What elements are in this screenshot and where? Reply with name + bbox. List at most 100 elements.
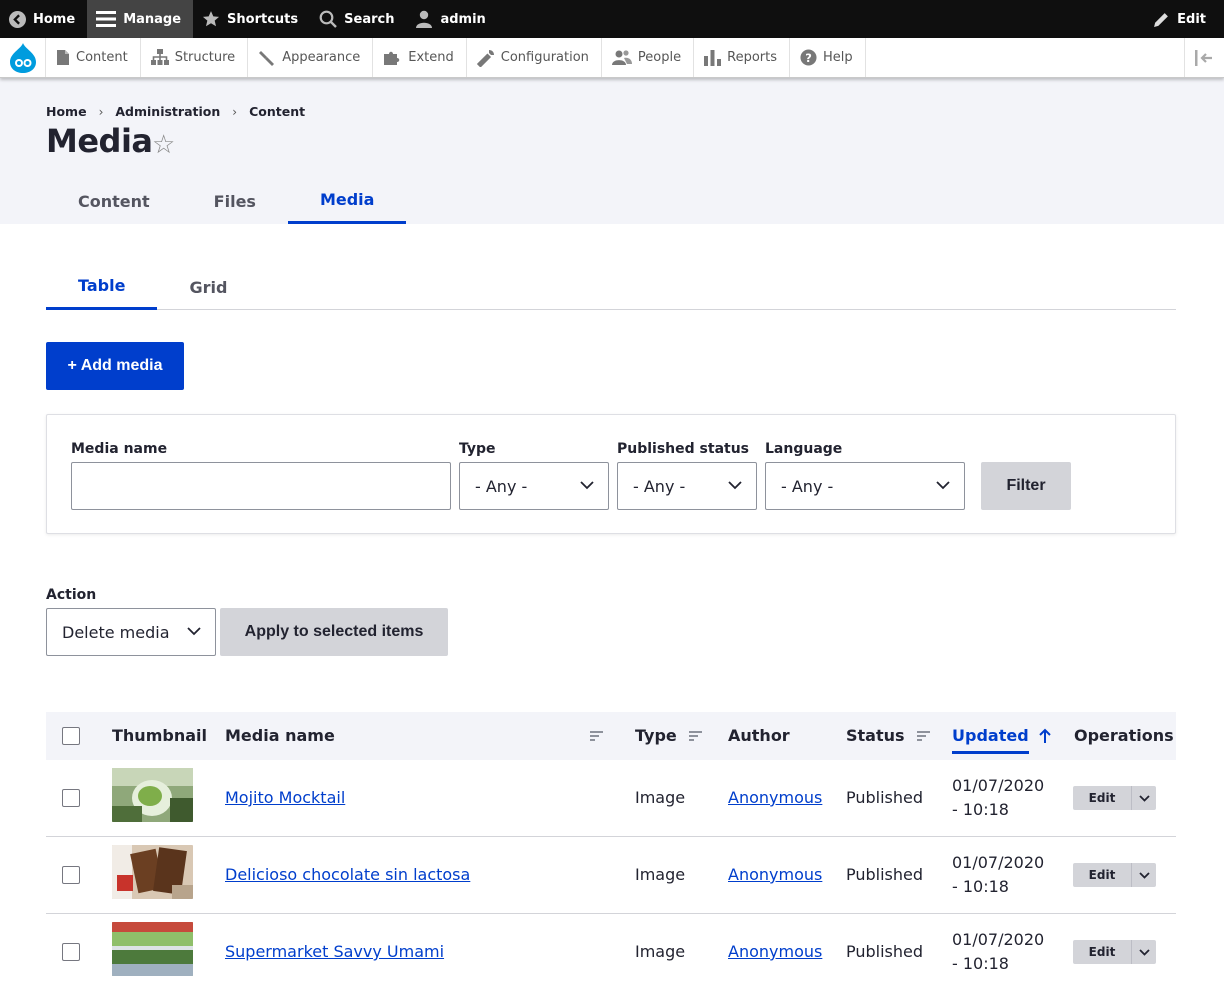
tab-content[interactable]: Content	[46, 178, 182, 224]
shortcut-star-icon[interactable]: ☆	[152, 130, 175, 160]
tray-orientation-toggle[interactable]	[1184, 38, 1224, 77]
operations-toggle[interactable]	[1132, 786, 1156, 810]
bar-chart-icon	[704, 50, 722, 66]
chevron-down-icon	[1138, 871, 1150, 879]
published-status-select[interactable]: - Any -	[617, 462, 757, 510]
pencil-icon	[1154, 12, 1169, 27]
add-media-button[interactable]: + Add media	[46, 342, 184, 390]
updated-date-time: - 10:18	[952, 954, 1009, 973]
edit-button[interactable]: Edit	[1073, 863, 1132, 887]
author-link[interactable]: Anonymous	[728, 865, 822, 884]
publish-status: Published	[846, 865, 924, 884]
header-type-label: Type	[635, 726, 677, 745]
sort-icon	[688, 730, 702, 741]
header-media-name[interactable]: Media name	[225, 726, 335, 745]
operations-toggle[interactable]	[1132, 863, 1156, 887]
tray-item-extend[interactable]: Extend	[373, 38, 467, 77]
collapse-sidebar-icon	[1194, 49, 1212, 66]
puzzle-icon	[384, 51, 400, 65]
updated-date: 01/07/2020 - 10:18	[952, 774, 1044, 822]
media-name-input[interactable]	[71, 462, 451, 510]
operations-dropbutton: Edit	[1073, 940, 1156, 964]
updated-date-time: - 10:18	[952, 877, 1009, 896]
toolbar-manage[interactable]: Manage	[87, 0, 194, 38]
table-row: Mojito Mocktail Image Anonymous Publishe…	[46, 760, 1176, 837]
header-status[interactable]: Status	[846, 726, 930, 745]
paintbrush-icon	[259, 51, 275, 66]
tab-table[interactable]: Table	[46, 264, 158, 310]
search-icon	[319, 10, 337, 28]
sort-icon[interactable]	[590, 731, 603, 741]
toolbar-shortcuts[interactable]: Shortcuts	[193, 0, 310, 38]
toolbar-shortcuts-label: Shortcuts	[227, 11, 299, 27]
filter-button[interactable]: Filter	[981, 462, 1071, 510]
action-label: Action	[46, 587, 97, 603]
chevron-down-icon	[728, 481, 742, 490]
author-link[interactable]: Anonymous	[728, 788, 822, 807]
tray-item-content[interactable]: Content	[46, 38, 141, 77]
user-icon	[416, 10, 433, 28]
toolbar-home[interactable]: Home	[0, 0, 87, 38]
media-name-link[interactable]: Supermarket Savvy Umami	[225, 942, 444, 961]
header-author-label: Author	[728, 726, 790, 745]
chevron-down-icon	[1138, 794, 1150, 802]
breadcrumb-home[interactable]: Home	[46, 104, 87, 119]
tray-item-label: Appearance	[282, 50, 361, 65]
type-select[interactable]: - Any -	[459, 462, 609, 510]
drupal-logo[interactable]	[0, 38, 46, 77]
header-type[interactable]: Type	[635, 726, 702, 745]
edit-button[interactable]: Edit	[1073, 786, 1132, 810]
updated-date: 01/07/2020 - 10:18	[952, 851, 1044, 899]
toolbar-edit-label: Edit	[1177, 11, 1206, 27]
tab-files[interactable]: Files	[182, 178, 288, 224]
breadcrumb-administration[interactable]: Administration	[115, 104, 220, 119]
published-status-label: Published status	[617, 441, 750, 457]
media-type: Image	[635, 788, 686, 807]
svg-text:?: ?	[805, 51, 812, 65]
toolbar-user[interactable]: admin	[406, 0, 497, 38]
media-name-label: Media name	[71, 441, 168, 457]
row-checkbox[interactable]	[62, 789, 80, 807]
tray-item-appearance[interactable]: Appearance	[248, 38, 374, 77]
author-link[interactable]: Anonymous	[728, 942, 822, 961]
media-type: Image	[635, 942, 686, 961]
exposed-filters: Media name Type - Any - Published status…	[46, 414, 1176, 534]
media-name-link[interactable]: Delicioso chocolate sin lactosa	[225, 865, 470, 884]
header-updated[interactable]: Updated	[952, 726, 1051, 754]
sitemap-icon	[150, 49, 169, 65]
star-icon	[203, 11, 220, 27]
tray-item-people[interactable]: People	[602, 38, 695, 77]
secondary-tabs: Table Grid	[46, 264, 1176, 310]
status-select-value: - Any -	[633, 476, 686, 496]
row-checkbox[interactable]	[62, 866, 80, 884]
language-select[interactable]: - Any -	[765, 462, 965, 510]
language-label: Language	[765, 441, 843, 457]
tray-item-reports[interactable]: Reports	[694, 38, 790, 77]
tray-item-structure[interactable]: Structure	[141, 38, 249, 77]
tray-item-label: Structure	[174, 50, 236, 65]
thumbnail-image[interactable]	[112, 845, 193, 899]
primary-tabs: Content Files Media	[46, 178, 407, 224]
tray-item-configuration[interactable]: Configuration	[467, 38, 602, 77]
thumbnail-image[interactable]	[112, 768, 193, 822]
media-name-link[interactable]: Mojito Mocktail	[225, 788, 345, 807]
admin-toolbar: Home Manage Shortcuts Search admin Edit	[0, 0, 1224, 38]
edit-button[interactable]: Edit	[1073, 940, 1132, 964]
thumbnail-image[interactable]	[112, 922, 193, 976]
operations-toggle[interactable]	[1132, 940, 1156, 964]
tray-item-label: Extend	[408, 50, 454, 65]
tray-item-help[interactable]: ? Help	[790, 38, 866, 77]
toolbar-search[interactable]: Search	[310, 0, 406, 38]
chevron-down-icon	[580, 481, 594, 490]
row-checkbox[interactable]	[62, 943, 80, 961]
document-icon	[57, 50, 69, 65]
action-select[interactable]: Delete media	[46, 608, 216, 656]
tab-grid[interactable]: Grid	[157, 264, 259, 310]
people-icon	[611, 50, 632, 65]
tab-media[interactable]: Media	[287, 178, 407, 224]
sort-ascending-arrow-icon	[1038, 728, 1051, 743]
select-all-checkbox[interactable]	[62, 727, 80, 745]
breadcrumb-content[interactable]: Content	[249, 104, 305, 119]
apply-to-selected-button[interactable]: Apply to selected items	[220, 608, 448, 656]
toolbar-edit[interactable]: Edit	[1144, 0, 1224, 38]
